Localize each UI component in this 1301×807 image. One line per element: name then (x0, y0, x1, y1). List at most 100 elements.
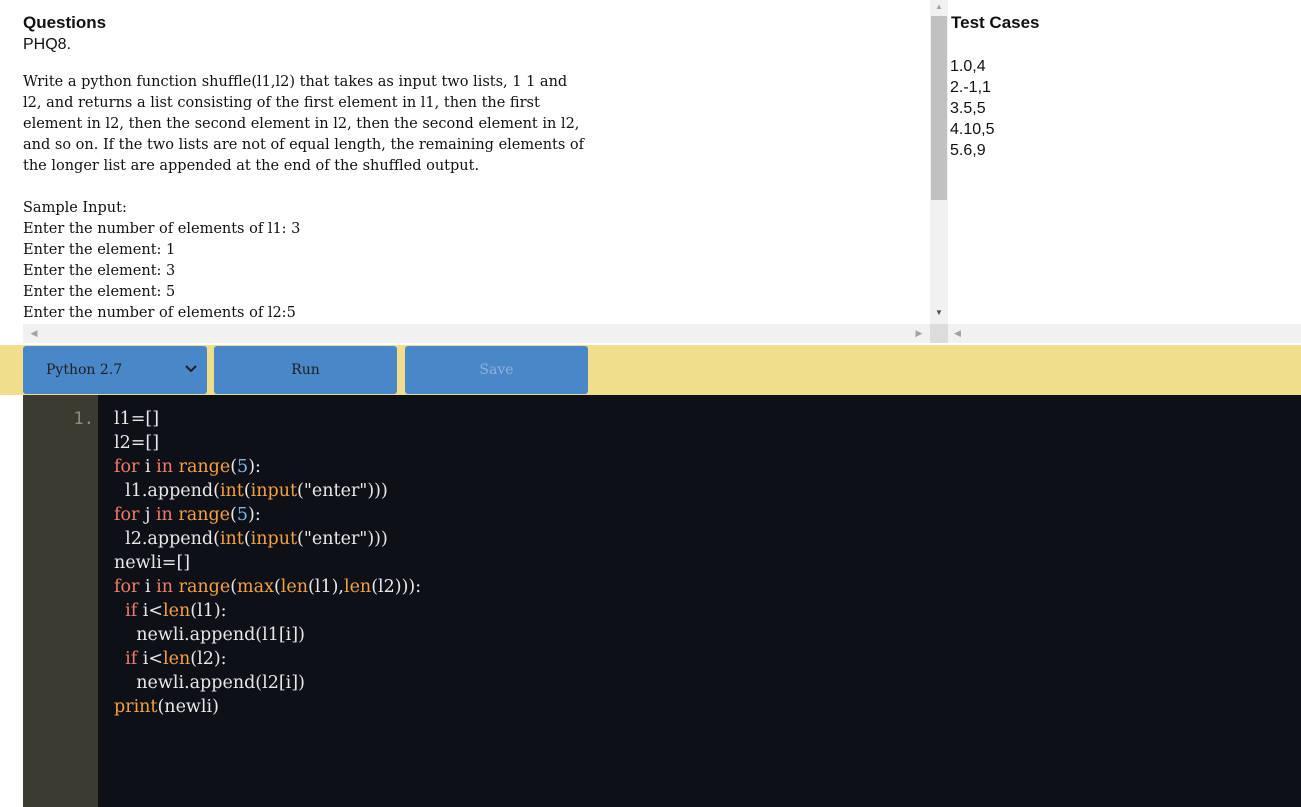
code-line[interactable]: newli=[] (114, 551, 421, 575)
code-line[interactable]: for j in range(5): (114, 503, 421, 527)
description-line: l2, and returns a list consisting of the… (23, 95, 540, 111)
code-line[interactable]: newli.append(l2[i]) (114, 671, 421, 695)
questions-horizontal-scrollbar[interactable]: ◀ ▶ (23, 324, 930, 343)
code-token: range (178, 457, 231, 477)
code-token: i< (137, 649, 164, 669)
code-token: range (178, 505, 231, 525)
code-token: l2.append( (125, 529, 220, 549)
test-case-item: 1.0,4 (950, 58, 986, 75)
code-line[interactable]: newli.append(l1[i]) (114, 623, 421, 647)
test-case-item: 2.-1,1 (950, 79, 991, 96)
code-token: len (163, 649, 191, 669)
code-token: ( (273, 577, 281, 597)
code-token: max (237, 577, 274, 597)
question-id: PHQ8. (23, 36, 72, 53)
code-line[interactable]: if i<len(l2): (114, 647, 421, 671)
questions-vertical-scrollbar[interactable]: ▲ ▼ (930, 0, 948, 324)
scrollbar-thumb[interactable] (931, 16, 947, 200)
code-area[interactable]: l1=[] l2=[] for i in range(5): l1.append(i… (114, 407, 421, 719)
description-line: the longer list are appended at the end … (23, 158, 480, 174)
test-case-item: 5.6,9 (950, 142, 986, 159)
description-line: element in l2, then the second element i… (23, 116, 580, 132)
code-line[interactable]: if i<len(l1): (114, 599, 421, 623)
scroll-up-arrow-icon[interactable]: ▲ (930, 0, 948, 14)
code-token: ("enter"))) (297, 529, 388, 549)
code-token: (l2): (190, 649, 227, 669)
code-token: for (114, 457, 140, 477)
scroll-left-arrow-icon[interactable]: ◀ (26, 324, 42, 343)
questions-panel: Questions PHQ8. Write a python function … (0, 0, 930, 324)
description-line: and so on. If the two lists are not of e… (23, 137, 585, 153)
scroll-right-arrow-icon[interactable]: ▶ (911, 324, 927, 343)
horizontal-scrollbar-row: ◀ ▶ ◀ (0, 324, 1301, 343)
code-line[interactable]: l1=[] (114, 407, 421, 431)
code-token: j (139, 505, 156, 525)
code-token: l2=[] (114, 433, 160, 453)
code-token: i (139, 457, 157, 477)
code-line[interactable]: print(newli) (114, 695, 421, 719)
chevron-down-icon (185, 365, 197, 373)
code-token: newli.append(l2[i]) (136, 673, 305, 693)
sample-line: Enter the element: 3 (23, 263, 176, 279)
code-token: in (156, 577, 173, 597)
code-token: l1.append( (125, 481, 220, 501)
editor-toolbar: Python 2.7 Run Save (0, 345, 1301, 395)
sample-line: Enter the number of elements of l2:5 (23, 305, 296, 321)
language-select[interactable]: Python 2.7 (23, 346, 207, 394)
code-token: newli.append(l1[i]) (136, 625, 305, 645)
scroll-left-arrow-icon[interactable]: ◀ (954, 324, 970, 343)
code-token: len (343, 577, 372, 597)
line-number-gutter: 1. (23, 395, 98, 807)
test-case-item: 4.10,5 (950, 121, 995, 138)
code-line[interactable]: for i in range(max(len(l1),len(l2))): (114, 575, 421, 599)
code-token: input (250, 529, 298, 549)
code-token: ( (230, 505, 237, 525)
test-case-list: 1.0,4 2.-1,1 3.5,5 4.10,5 5.6,9 (950, 56, 994, 161)
scroll-down-arrow-icon[interactable]: ▼ (930, 306, 948, 320)
code-line[interactable]: for i in range(5): (114, 455, 421, 479)
run-button[interactable]: Run (214, 346, 397, 394)
language-select-value: Python 2.7 (46, 362, 123, 378)
code-token: ( (243, 481, 251, 501)
code-token: ("enter"))) (297, 481, 388, 501)
code-line[interactable]: l2=[] (114, 431, 421, 455)
line-number: 1. (73, 409, 94, 429)
code-token: for (114, 577, 140, 597)
question-description: Write a python function shuffle(l1,l2) t… (23, 72, 643, 177)
description-line: Write a python function shuffle(l1,l2) t… (23, 74, 568, 90)
code-line[interactable]: l1.append(int(input("enter"))) (114, 479, 421, 503)
sample-line: Enter the number of elements of l1: 3 (23, 221, 301, 237)
code-editor[interactable]: 1. l1=[] l2=[] for i in range(5): l1.appen… (23, 395, 1301, 807)
code-token: ): (248, 457, 261, 477)
code-token: for (114, 505, 140, 525)
code-token: int (219, 481, 244, 501)
code-token: in (155, 505, 173, 525)
code-line[interactable]: l2.append(int(input("enter"))) (114, 527, 421, 551)
test-cases-panel: Test Cases 1.0,4 2.-1,1 3.5,5 4.10,5 5.6… (948, 0, 1301, 324)
sample-line: Enter the element: 5 (23, 284, 176, 300)
code-token: l1=[] (114, 409, 160, 429)
sample-input: Sample Input: Enter the number of elemen… (23, 198, 300, 324)
code-token: range (178, 577, 231, 597)
code-token: ): (248, 505, 261, 525)
code-token: print (114, 697, 158, 717)
test-cases-horizontal-scrollbar[interactable]: ◀ (948, 324, 1301, 343)
code-token: ( (243, 529, 251, 549)
code-token: (l1): (190, 601, 227, 621)
code-token: (newli) (157, 697, 219, 717)
code-token: len (163, 601, 191, 621)
scrollbar-corner (930, 324, 948, 343)
test-case-item: 3.5,5 (950, 100, 986, 117)
code-token: i (139, 577, 157, 597)
questions-heading: Questions (23, 13, 107, 32)
code-token: len (280, 577, 309, 597)
save-button[interactable]: Save (405, 346, 588, 394)
code-token: i< (137, 601, 164, 621)
code-token: 5 (236, 505, 249, 525)
sample-line: Enter the element: 1 (23, 242, 176, 258)
code-token: newli=[] (114, 553, 191, 573)
